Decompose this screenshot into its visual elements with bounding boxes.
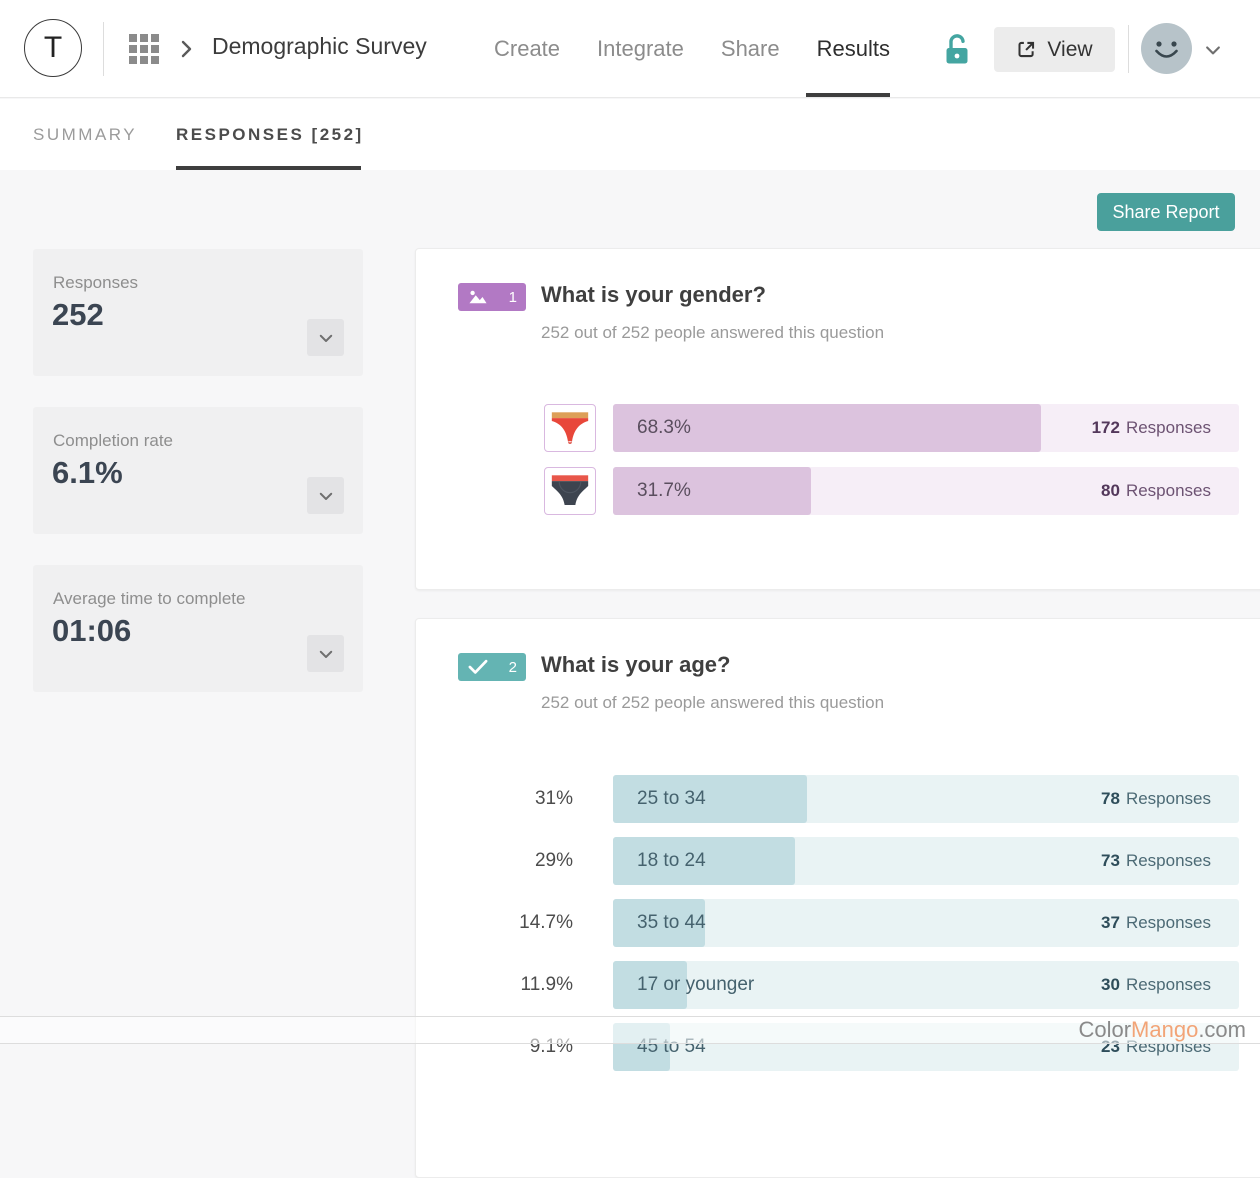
bar-responses: 37 Responses	[1101, 899, 1211, 947]
nav-item-create[interactable]: Create	[494, 36, 560, 62]
bar-responses: 73 Responses	[1101, 837, 1211, 885]
response-count: 78	[1101, 789, 1120, 809]
unlocked-padlock-icon[interactable]	[944, 34, 971, 65]
stat-dropdown-button[interactable]	[307, 319, 344, 356]
bar-track: 31.7% 80 Responses	[613, 467, 1239, 515]
response-count: 73	[1101, 851, 1120, 871]
answer-percentage: 31%	[416, 775, 593, 823]
workspaces-grid-icon[interactable]	[129, 34, 159, 64]
bar-percentage: 31.7%	[637, 467, 691, 515]
response-count: 172	[1092, 418, 1120, 438]
response-count: 30	[1101, 975, 1120, 995]
bar-responses: 172 Responses	[1092, 404, 1211, 452]
stat-value: 01:06	[52, 613, 131, 649]
share-report-button[interactable]: Share Report	[1097, 193, 1235, 231]
view-button[interactable]: View	[994, 27, 1115, 72]
bar-track: 68.3% 172 Responses	[613, 404, 1239, 452]
question-card-gender: 1 What is your gender? 252 out of 252 pe…	[415, 248, 1260, 590]
question-number: 1	[509, 289, 517, 306]
response-unit: Responses	[1126, 789, 1211, 809]
answer-row: 31% 25 to 34 78 Responses	[416, 775, 1260, 823]
response-unit: Responses	[1126, 913, 1211, 933]
account-menu-chevron-icon[interactable]	[1203, 40, 1223, 60]
divider	[103, 22, 104, 76]
question-card-age: 2 What is your age? 252 out of 252 peopl…	[415, 618, 1260, 1178]
stat-card-average-time: Average time to complete 01:06	[33, 565, 363, 692]
question-number-badge: 2	[458, 653, 526, 681]
question-title: What is your age?	[541, 652, 730, 678]
results-tabbar: SUMMARY RESPONSES [252]	[0, 99, 1260, 170]
question-subtitle: 252 out of 252 people answered this ques…	[541, 323, 884, 343]
stat-label: Average time to complete	[53, 589, 245, 609]
divider	[1128, 25, 1129, 73]
external-link-icon	[1016, 39, 1037, 60]
bar-percentage: 68.3%	[637, 404, 691, 452]
answer-percentage: 11.9%	[416, 961, 593, 1009]
image-choice-icon	[467, 288, 489, 306]
bar-track: 17 or younger 30 Responses	[613, 961, 1239, 1009]
bar-responses: 30 Responses	[1101, 961, 1211, 1009]
question-number-badge: 1	[458, 283, 526, 311]
answer-label: 17 or younger	[637, 961, 754, 1009]
nav-item-integrate[interactable]: Integrate	[597, 36, 684, 62]
view-button-label: View	[1047, 38, 1092, 62]
stat-label: Responses	[53, 273, 138, 293]
brand-logo-letter: T	[44, 31, 62, 65]
answer-percentage: 14.7%	[416, 899, 593, 947]
watermark-band: ColorMango.com	[0, 1016, 1260, 1044]
form-title: Demographic Survey	[212, 33, 427, 60]
answer-row: 11.9% 17 or younger 30 Responses	[416, 961, 1260, 1009]
answer-label: 25 to 34	[637, 775, 706, 823]
watermark-text: Color	[1078, 1017, 1131, 1043]
stat-card-responses: Responses 252	[33, 249, 363, 376]
bar-track: 35 to 44 37 Responses	[613, 899, 1239, 947]
response-unit: Responses	[1126, 975, 1211, 995]
question-subtitle: 252 out of 252 people answered this ques…	[541, 693, 884, 713]
stat-dropdown-button[interactable]	[307, 477, 344, 514]
stat-card-completion-rate: Completion rate 6.1%	[33, 407, 363, 534]
stat-value: 252	[52, 297, 104, 333]
response-unit: Responses	[1126, 481, 1211, 501]
answer-percentage: 29%	[416, 837, 593, 885]
answer-row: 31.7% 80 Responses	[416, 467, 1260, 515]
results-content: Share Report Responses 252 Completion ra…	[0, 170, 1260, 1060]
answer-label: 18 to 24	[637, 837, 706, 885]
stat-dropdown-button[interactable]	[307, 635, 344, 672]
bar-track: 18 to 24 73 Responses	[613, 837, 1239, 885]
answer-row: 68.3% 172 Responses	[416, 404, 1260, 452]
response-count: 80	[1101, 481, 1120, 501]
tab-responses[interactable]: RESPONSES [252]	[176, 99, 364, 170]
response-unit: Responses	[1126, 851, 1211, 871]
response-unit: Responses	[1126, 418, 1211, 438]
bar-responses: 80 Responses	[1101, 467, 1211, 515]
nav-item-results[interactable]: Results	[817, 36, 890, 62]
dark-briefs-image	[544, 467, 596, 515]
bar-responses: 78 Responses	[1101, 775, 1211, 823]
tab-summary[interactable]: SUMMARY	[33, 99, 137, 170]
brand-logo[interactable]: T	[24, 19, 82, 77]
active-tab-underline	[176, 166, 361, 170]
response-count: 37	[1101, 913, 1120, 933]
red-panties-image	[544, 404, 596, 452]
top-navbar: T Demographic Survey Create Integrate Sh…	[0, 0, 1260, 98]
bar-track: 25 to 34 78 Responses	[613, 775, 1239, 823]
stat-value: 6.1%	[52, 455, 123, 491]
user-avatar-smiley[interactable]	[1141, 23, 1192, 74]
answer-label: 35 to 44	[637, 899, 706, 947]
question-title: What is your gender?	[541, 282, 766, 308]
nav-item-share[interactable]: Share	[721, 36, 780, 62]
main-nav: Create Integrate Share Results	[494, 0, 890, 98]
stat-label: Completion rate	[53, 431, 173, 451]
breadcrumb-chevron-icon	[174, 37, 198, 61]
active-nav-underline	[806, 93, 890, 97]
answer-row: 14.7% 35 to 44 37 Responses	[416, 899, 1260, 947]
checkmark-icon	[467, 658, 489, 676]
question-number: 2	[509, 659, 517, 676]
answer-row: 29% 18 to 24 73 Responses	[416, 837, 1260, 885]
